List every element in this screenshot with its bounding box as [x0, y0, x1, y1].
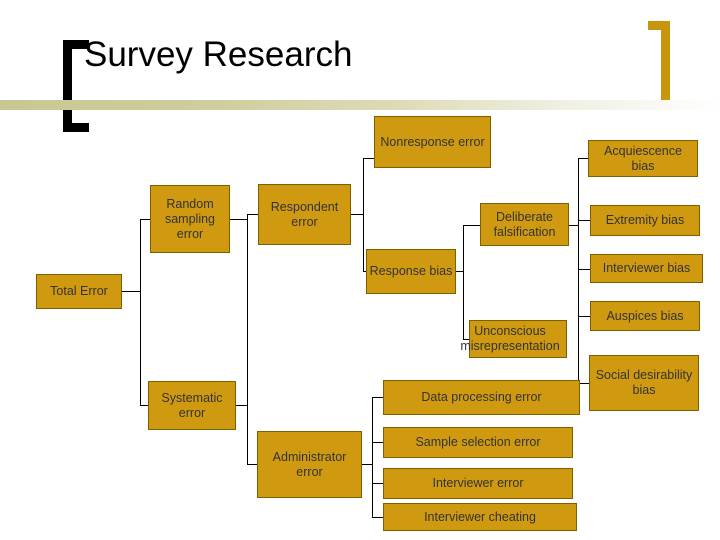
node-label: Sample selection error	[415, 435, 541, 449]
node-label: Total Error	[50, 284, 108, 298]
node-nonresponse-error[interactable]: Nonresponse error	[374, 116, 491, 168]
node-label: Interviewer bias	[602, 261, 691, 275]
node-respondent-error[interactable]: Respondent error	[258, 184, 351, 245]
node-systematic-error[interactable]: Systematic error	[148, 381, 236, 430]
node-label: Deliberate falsification	[493, 209, 556, 239]
connector-to-deliberate	[463, 225, 481, 226]
node-label: Administrator error	[272, 449, 347, 479]
connector-spine-respondent	[363, 158, 364, 271]
node-acquiescence-bias[interactable]: Acquiescence bias	[588, 140, 698, 177]
node-interviewer-bias[interactable]: Interviewer bias	[590, 254, 703, 283]
node-label: Auspices bias	[606, 308, 684, 323]
connector-total-error-stub	[121, 291, 141, 292]
node-deliberate-falsification[interactable]: Deliberate falsification	[480, 203, 569, 246]
node-unconscious-misrepresentation[interactable]: Unconscious misrepresentation	[460, 320, 567, 358]
node-random-sampling-error[interactable]: Random sampling error	[150, 185, 230, 253]
connector-spine-level2	[247, 214, 248, 464]
connector-respondent-stub	[350, 214, 364, 215]
node-social-desirability-bias[interactable]: Social desirability bias	[589, 355, 699, 411]
node-label: Social desirability bias	[595, 368, 693, 397]
node-label: Nonresponse error	[380, 134, 485, 149]
node-label: Data processing error	[421, 390, 542, 404]
node-label: Respondent error	[270, 199, 339, 229]
node-sample-selection-error[interactable]: Sample selection error	[383, 427, 573, 458]
connector-spine-administrator	[372, 397, 373, 517]
node-interviewer-cheating[interactable]: Interviewer cheating	[383, 503, 577, 531]
connector-random-sampling-stub	[229, 219, 248, 220]
node-interviewer-error[interactable]: Interviewer error	[383, 468, 573, 499]
node-label: Interviewer error	[432, 476, 524, 490]
node-total-error[interactable]: Total Error	[36, 274, 122, 309]
connector-spine-bias-group	[578, 158, 579, 383]
error-taxonomy-diagram: Total Error Random sampling error System…	[0, 0, 720, 540]
node-label: Unconscious misrepresentation	[460, 324, 560, 353]
node-auspices-bias[interactable]: Auspices bias	[590, 301, 700, 331]
connector-spine-level1	[140, 219, 141, 406]
connector-spine-response-bias	[463, 225, 464, 339]
node-label: Response bias	[369, 264, 453, 278]
node-extremity-bias[interactable]: Extremity bias	[590, 205, 700, 236]
node-label: Interviewer cheating	[424, 509, 536, 524]
node-label: Random sampling error	[164, 196, 216, 241]
node-label: Acquiescence bias	[604, 143, 682, 173]
node-label: Systematic error	[161, 390, 223, 420]
node-response-bias[interactable]: Response bias	[366, 249, 456, 294]
node-label: Extremity bias	[605, 213, 685, 227]
node-data-processing-error[interactable]: Data processing error	[383, 380, 580, 415]
node-administrator-error[interactable]: Administrator error	[257, 431, 362, 498]
